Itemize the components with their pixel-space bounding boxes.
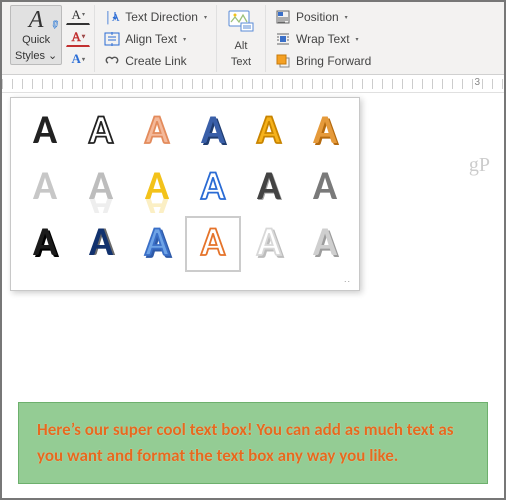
alt-text-icon: [227, 9, 255, 33]
text-outline-button[interactable]: A▾: [66, 27, 90, 47]
align-text-icon: [104, 31, 120, 47]
style-swatch-5[interactable]: A: [297, 104, 353, 160]
ruler-mark-3: 3: [474, 77, 480, 88]
wrap-text-button[interactable]: Wrap Text▾: [270, 29, 376, 49]
quick-styles-gallery[interactable]: AAAAAAAAAAAAAAAAAAAA..: [10, 97, 360, 291]
group-wordart: A✎ Quick Styles ⌄ A▾ A▾ A▾: [6, 5, 95, 72]
quick-styles-button[interactable]: A✎ Quick Styles ⌄: [10, 5, 62, 65]
style-swatch-16[interactable]: A: [241, 216, 297, 272]
alt-text-label-1: Alt: [227, 40, 255, 52]
svg-text:A: A: [201, 219, 226, 266]
svg-text:A: A: [313, 107, 338, 154]
watermark-text: gP: [469, 154, 490, 177]
ribbon-toolbar: A✎ Quick Styles ⌄ A▾ A▾ A▾ │A Text Direc…: [2, 2, 504, 75]
svg-text:A: A: [33, 163, 58, 210]
style-swatch-15[interactable]: A: [185, 216, 241, 272]
create-link-icon: [104, 53, 120, 69]
text-direction-label: Text Direction: [125, 10, 198, 24]
svg-text:A: A: [313, 219, 338, 266]
align-text-label: Align Text: [125, 32, 177, 46]
style-swatch-4[interactable]: A: [241, 104, 297, 160]
create-link-button[interactable]: Create Link: [99, 51, 212, 71]
text-style-mini-column: A▾ A▾ A▾: [66, 5, 90, 69]
sample-text-box[interactable]: Here’s our super cool text box! You can …: [18, 402, 488, 484]
style-swatch-9[interactable]: A: [185, 160, 241, 216]
svg-text:A: A: [201, 107, 226, 154]
text-direction-icon: │A: [104, 9, 120, 25]
position-icon: [275, 9, 291, 25]
position-label: Position: [296, 10, 339, 24]
alt-text-button[interactable]: Alt Text: [221, 5, 261, 72]
wrap-text-icon: [275, 31, 291, 47]
style-swatch-6[interactable]: A: [17, 160, 73, 216]
style-swatch-11[interactable]: A: [297, 160, 353, 216]
text-direction-button[interactable]: │A Text Direction▾: [99, 7, 212, 27]
quick-styles-icon: A✎: [15, 10, 57, 30]
alt-text-label-2: Text: [227, 56, 255, 68]
svg-text:A: A: [89, 163, 114, 210]
group-accessibility: Alt Text: [217, 5, 266, 72]
text-effects-button[interactable]: A▾: [66, 49, 90, 69]
svg-text:A: A: [89, 219, 114, 266]
style-swatch-17[interactable]: A: [297, 216, 353, 272]
style-swatch-10[interactable]: A: [241, 160, 297, 216]
svg-text:A: A: [145, 219, 170, 266]
svg-text:A: A: [145, 163, 170, 210]
svg-text:A: A: [257, 219, 282, 266]
horizontal-ruler[interactable]: 3: [2, 75, 504, 93]
create-link-label: Create Link: [125, 54, 186, 68]
bring-forward-label: Bring Forward: [296, 54, 371, 68]
style-swatch-0[interactable]: A: [17, 104, 73, 160]
style-swatch-3[interactable]: A: [185, 104, 241, 160]
svg-text:A: A: [313, 163, 338, 210]
textbox-content: Here’s our super cool text box! You can …: [37, 419, 454, 466]
svg-text:A: A: [33, 107, 58, 154]
bring-forward-icon: [275, 53, 291, 69]
style-swatch-7[interactable]: AA: [73, 160, 129, 216]
position-button[interactable]: Position▾: [270, 7, 376, 27]
style-swatch-1[interactable]: A: [73, 104, 129, 160]
group-arrange: Position▾ Wrap Text▾ Bring Forward: [266, 5, 380, 72]
gallery-resize-handle[interactable]: ..: [17, 272, 353, 284]
svg-text:A: A: [257, 163, 282, 210]
bring-forward-button[interactable]: Bring Forward: [270, 51, 376, 71]
style-swatch-12[interactable]: A: [17, 216, 73, 272]
quick-styles-label-2: Styles ⌄: [15, 50, 57, 62]
svg-text:A: A: [145, 107, 170, 154]
svg-text:A: A: [89, 107, 114, 154]
align-text-button[interactable]: Align Text▾: [99, 29, 212, 49]
style-swatch-13[interactable]: A: [73, 216, 129, 272]
svg-text:A: A: [257, 107, 282, 154]
wrap-text-label: Wrap Text: [296, 32, 350, 46]
group-text: │A Text Direction▾ Align Text▾ Create Li…: [95, 5, 217, 72]
quick-styles-label-1: Quick: [15, 34, 57, 46]
svg-text:A: A: [201, 163, 226, 210]
style-swatch-8[interactable]: AA: [129, 160, 185, 216]
style-swatch-14[interactable]: A: [129, 216, 185, 272]
style-swatch-2[interactable]: A: [129, 104, 185, 160]
svg-text:A: A: [33, 219, 58, 266]
svg-text:│A: │A: [104, 10, 120, 25]
text-fill-button[interactable]: A▾: [66, 5, 90, 25]
